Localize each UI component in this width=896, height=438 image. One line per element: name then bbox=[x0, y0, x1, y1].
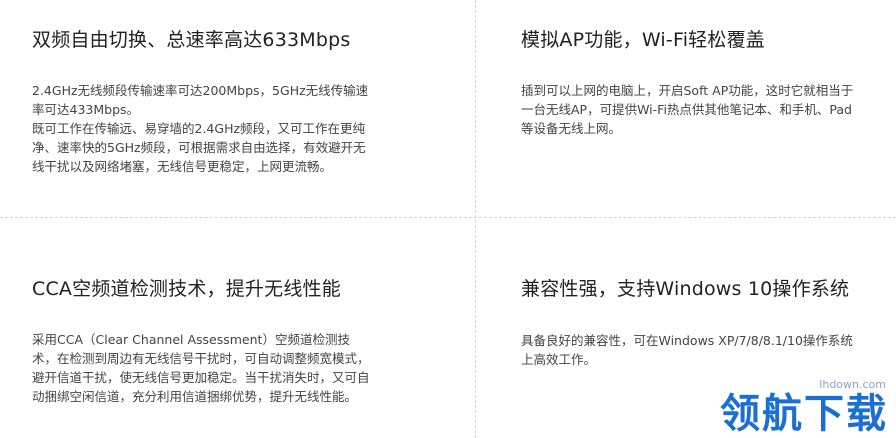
feature-compatibility: 兼容性强，支持Windows 10操作系统 具备良好的兼容性，可在Windows… bbox=[521, 277, 861, 369]
feature-paragraph: 采用CCA（Clear Channel Assessment）空频道检测技术，在… bbox=[32, 332, 370, 404]
feature-description: 采用CCA（Clear Channel Assessment）空频道检测技术，在… bbox=[32, 330, 372, 406]
feature-description: 插到可以上网的电脑上，开启Soft AP功能，这时它就相当于一台无线AP，可提供… bbox=[521, 81, 861, 138]
feature-grid: 双频自由切换、总速率高达633Mbps 2.4GHz无线频段传输速率可达200M… bbox=[0, 0, 896, 438]
feature-title: 模拟AP功能，Wi-Fi轻松覆盖 bbox=[521, 29, 765, 51]
horizontal-divider bbox=[0, 217, 896, 218]
watermark-url: lhdown.com bbox=[819, 378, 886, 391]
feature-paragraph: 2.4GHz无线频段传输速率可达200Mbps，5GHz无线传输速率可达433M… bbox=[32, 83, 369, 117]
watermark-text: 领航下载 bbox=[720, 391, 888, 437]
feature-paragraph: 既可工作在传输远、易穿墙的2.4GHz频段，又可工作在更纯净、速率快的5GHz频… bbox=[32, 121, 366, 174]
feature-title: CCA空频道检测技术，提升无线性能 bbox=[32, 278, 341, 300]
feature-soft-ap: 模拟AP功能，Wi-Fi轻松覆盖 插到可以上网的电脑上，开启Soft AP功能，… bbox=[521, 28, 861, 138]
feature-dual-band: 双频自由切换、总速率高达633Mbps 2.4GHz无线频段传输速率可达200M… bbox=[32, 28, 372, 176]
feature-title: 双频自由切换、总速率高达633Mbps bbox=[32, 29, 351, 51]
feature-paragraph: 插到可以上网的电脑上，开启Soft AP功能，这时它就相当于一台无线AP，可提供… bbox=[521, 83, 854, 136]
feature-paragraph: 具备良好的兼容性，可在Windows XP/7/8/8.1/10操作系统上高效工… bbox=[521, 333, 853, 367]
feature-title: 兼容性强，支持Windows 10操作系统 bbox=[521, 278, 850, 300]
vertical-divider bbox=[475, 0, 476, 438]
feature-description: 具备良好的兼容性，可在Windows XP/7/8/8.1/10操作系统上高效工… bbox=[521, 331, 861, 369]
feature-description: 2.4GHz无线频段传输速率可达200Mbps，5GHz无线传输速率可达433M… bbox=[32, 81, 372, 176]
watermark-logo: lhdown.com 领航下载 bbox=[700, 376, 890, 436]
feature-cca: CCA空频道检测技术，提升无线性能 采用CCA（Clear Channel As… bbox=[32, 277, 372, 406]
